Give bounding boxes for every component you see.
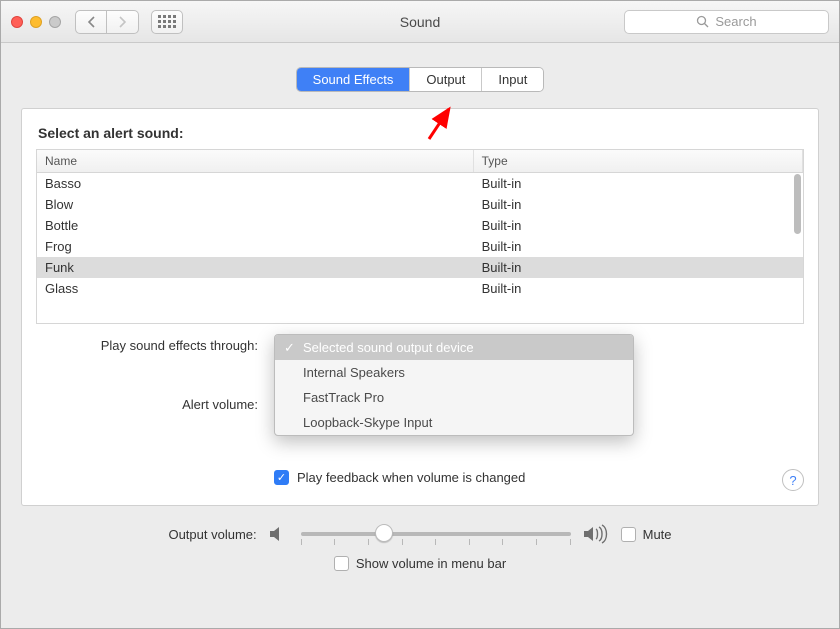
titlebar: Sound Search [1, 1, 839, 43]
mute-label: Mute [643, 527, 672, 542]
alert-sound-heading: Select an alert sound: [38, 125, 804, 141]
footer: Output volume: Mute S [21, 524, 819, 571]
mute-checkbox[interactable] [621, 527, 636, 542]
table-header: Name Type [37, 150, 803, 173]
traffic-lights [11, 16, 61, 28]
cell-type: Built-in [474, 194, 803, 215]
zoom-window-button[interactable] [49, 16, 61, 28]
minimize-window-button[interactable] [30, 16, 42, 28]
feedback-checkbox-row: ✓ Play feedback when volume is changed [274, 470, 804, 485]
play-through-label: Play sound effects through: [36, 338, 266, 353]
menu-bar-checkbox[interactable] [334, 556, 349, 571]
table-row[interactable]: FunkBuilt-in [37, 257, 803, 278]
column-name[interactable]: Name [37, 150, 474, 172]
cell-name: Blow [37, 194, 474, 215]
table-row[interactable]: BlowBuilt-in [37, 194, 803, 215]
search-icon [696, 15, 709, 28]
output-volume-label: Output volume: [168, 527, 256, 542]
cell-name: Funk [37, 257, 474, 278]
show-all-button[interactable] [151, 10, 183, 34]
grid-icon [158, 15, 176, 28]
feedback-label: Play feedback when volume is changed [297, 470, 525, 485]
table-row[interactable]: BottleBuilt-in [37, 215, 803, 236]
help-button[interactable]: ? [782, 469, 804, 491]
table-row[interactable]: GlassBuilt-in [37, 278, 803, 299]
table-row[interactable]: FrogBuilt-in [37, 236, 803, 257]
dropdown-option[interactable]: Selected sound output device [275, 335, 633, 360]
nav-buttons [75, 10, 139, 34]
menu-bar-row: Show volume in menu bar [334, 556, 506, 571]
play-through-dropdown[interactable]: Selected sound output deviceInternal Spe… [274, 334, 634, 436]
speaker-low-icon [269, 525, 289, 543]
sound-effects-panel: Select an alert sound: Name Type BassoBu… [21, 108, 819, 506]
tab-sound-effects[interactable]: Sound Effects [297, 68, 411, 91]
chevron-left-icon [87, 16, 96, 28]
cell-type: Built-in [474, 173, 803, 194]
cell-name: Glass [37, 278, 474, 299]
search-input[interactable]: Search [624, 10, 829, 34]
play-through-row: Play sound effects through: Selected sou… [36, 338, 804, 353]
table-body: BassoBuilt-inBlowBuilt-inBottleBuilt-inF… [37, 173, 803, 299]
vertical-scrollbar[interactable] [794, 174, 801, 234]
cell-type: Built-in [474, 278, 803, 299]
dropdown-option[interactable]: Internal Speakers [275, 360, 633, 385]
cell-type: Built-in [474, 236, 803, 257]
alert-sounds-table: Name Type BassoBuilt-inBlowBuilt-inBottl… [36, 149, 804, 324]
cell-type: Built-in [474, 257, 803, 278]
menu-bar-label: Show volume in menu bar [356, 556, 506, 571]
table-row[interactable]: BassoBuilt-in [37, 173, 803, 194]
output-volume-slider[interactable] [301, 532, 571, 536]
tabs: Sound Effects Output Input [21, 67, 819, 92]
cell-name: Bottle [37, 215, 474, 236]
forward-button[interactable] [107, 10, 139, 34]
sound-preferences-window: Sound Search Sound Effects Output Input … [0, 0, 840, 629]
alert-volume-label: Alert volume: [36, 397, 266, 412]
cell-name: Basso [37, 173, 474, 194]
output-volume-row: Output volume: Mute [168, 524, 671, 544]
tab-input[interactable]: Input [482, 68, 543, 91]
tab-output[interactable]: Output [410, 68, 482, 91]
content-area: Sound Effects Output Input Select an ale… [1, 43, 839, 581]
speaker-high-icon [583, 524, 609, 544]
mute-row: Mute [621, 527, 672, 542]
cell-type: Built-in [474, 215, 803, 236]
chevron-right-icon [118, 16, 127, 28]
back-button[interactable] [75, 10, 107, 34]
dropdown-option[interactable]: Loopback-Skype Input [275, 410, 633, 435]
feedback-checkbox[interactable]: ✓ [274, 470, 289, 485]
dropdown-option[interactable]: FastTrack Pro [275, 385, 633, 410]
close-window-button[interactable] [11, 16, 23, 28]
search-placeholder: Search [715, 14, 756, 29]
column-type[interactable]: Type [474, 150, 803, 172]
cell-name: Frog [37, 236, 474, 257]
